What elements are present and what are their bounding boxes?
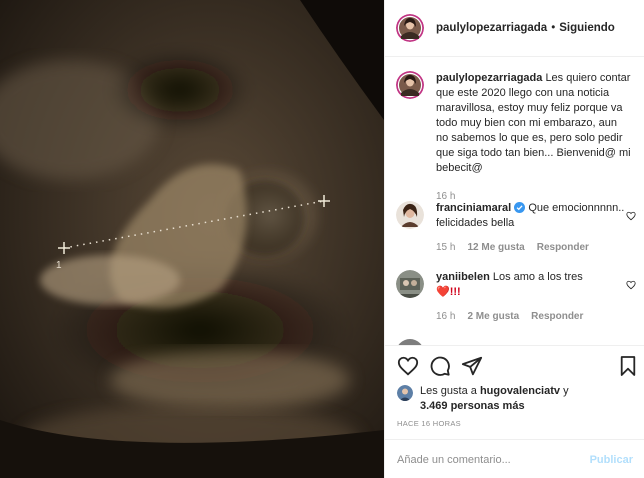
avatar[interactable] [396,270,424,298]
avatar[interactable] [396,14,424,42]
post-photo[interactable]: 1 [0,0,384,478]
likes-user[interactable]: hugovalenciatv [480,385,560,397]
avatar[interactable] [396,71,424,99]
add-comment-bar: Publicar [385,439,644,478]
comment-input[interactable] [397,453,590,466]
likes-connector: y [563,385,569,397]
ultrasound-image: 1 [0,0,384,478]
like-comment-heart-icon[interactable] [626,211,636,221]
comment-bubble-icon[interactable] [429,355,451,377]
avatar-image-icon [396,71,424,99]
avatar-image-icon [396,14,424,42]
like-comment-heart-icon[interactable] [626,280,636,290]
verified-badge-icon [514,202,526,213]
post-comment-button[interactable]: Publicar [590,454,633,466]
caliper-label: 1 [56,260,62,271]
caption: paulylopezarriagada Les quiero contar qu… [396,71,636,204]
comment-item: franciniamaral Que emocionnnnn.. felicid… [396,201,636,255]
share-paper-plane-icon[interactable] [461,355,483,377]
comment-time[interactable]: 15 h [436,240,455,255]
comment-emoji: ❤️!!! [436,286,461,298]
avatar-image-icon [396,270,424,298]
avatar-image-icon [397,385,413,401]
like-heart-icon[interactable] [397,355,419,377]
avatar[interactable] [396,201,424,229]
reply-button[interactable]: Responder [531,309,583,324]
likes-prefix: Les gusta a [420,385,477,397]
post-timestamp[interactable]: HACE 16 HORAS [397,419,461,428]
post-actions: Les gusta a hugovalenciatv y 3.469 perso… [385,345,644,478]
post-header: paulylopezarriagada • Siguiendo [385,0,644,57]
avatar[interactable] [397,385,413,401]
caption-username[interactable]: paulylopezarriagada [436,72,542,84]
likes-others[interactable]: 3.469 personas más [420,400,525,412]
comment-likes[interactable]: 12 Me gusta [467,240,524,255]
comment-username[interactable]: franciniamaral [436,202,511,214]
reply-button[interactable]: Responder [537,240,589,255]
comment-time[interactable]: 16 h [436,309,455,324]
comment-item: yaniibelen Los amo a los tres ❤️!!! 16 h… [396,270,636,324]
comment-likes[interactable]: 2 Me gusta [467,309,519,324]
header-username[interactable]: paulylopezarriagada [436,22,547,34]
comment-username[interactable]: yaniibelen [436,271,490,283]
likes-summary: Les gusta a hugovalenciatv y 3.469 perso… [397,384,569,414]
follow-status[interactable]: Siguiendo [559,22,615,34]
header-separator: • [551,22,556,34]
caption-text: Les quiero contar que este 2020 llego co… [436,72,631,174]
save-bookmark-icon[interactable] [619,355,637,377]
post-panel: paulylopezarriagada • Siguiendo paulylopez… [384,0,644,478]
comments-list[interactable]: paulylopezarriagada Les quiero contar qu… [385,57,644,345]
comment-text: Los amo a los tres [492,271,583,283]
avatar-image-icon [396,201,424,229]
